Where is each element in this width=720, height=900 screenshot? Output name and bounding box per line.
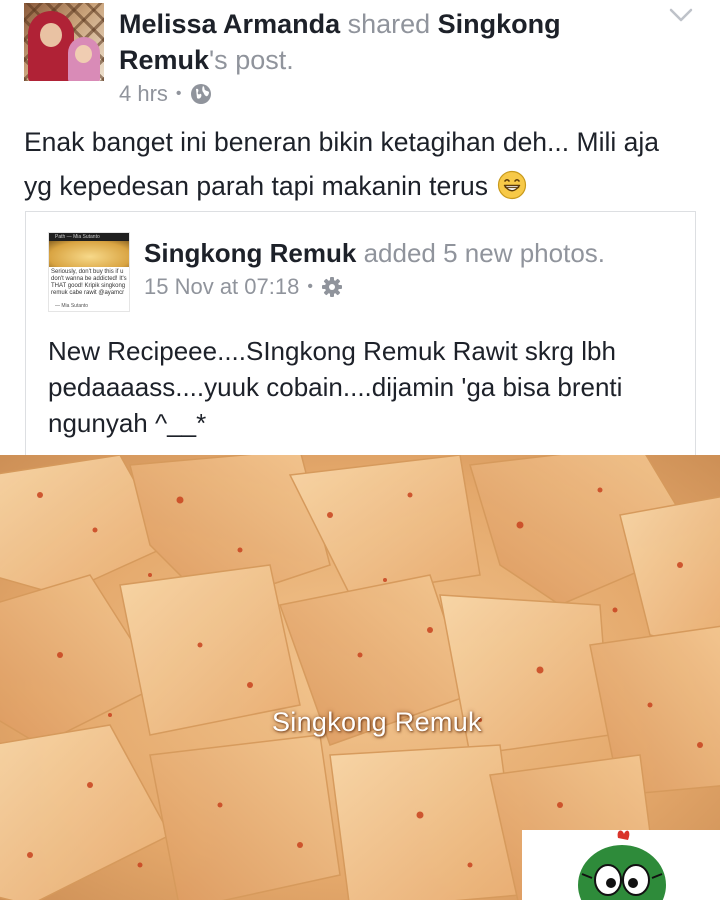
post-text-line1: Enak banget ini beneran bikin ketagihan … <box>24 127 659 157</box>
sharer-name-link[interactable]: Melissa Armanda <box>119 9 340 39</box>
next-photo-thumbnail[interactable] <box>522 830 720 900</box>
avatar[interactable] <box>24 3 104 81</box>
thumbnail-signature: — Mia Sutanto <box>55 303 89 309</box>
shared-post-meta: 15 Nov at 07:18 • <box>144 273 343 301</box>
post-text-line2: yg kepedesan parah tapi makanin terus <box>24 171 489 201</box>
avatar-person-face <box>40 23 62 47</box>
post-text: Enak banget ini beneran bikin ketagihan … <box>24 120 704 208</box>
shared-post-date[interactable]: 15 Nov at 07:18 <box>144 273 299 301</box>
post-suffix: 's post. <box>209 45 294 75</box>
gear-icon[interactable] <box>321 276 343 298</box>
bird-mascot-icon <box>578 830 666 900</box>
shared-page-name-link[interactable]: Singkong Remuk <box>144 238 356 268</box>
avatar-child-face <box>75 45 92 63</box>
shared-text-line3: ngunyah ^__* <box>48 408 207 438</box>
shared-post-thumbnail[interactable]: Path — Mia Sutanto Seriously, don't buy … <box>48 232 130 312</box>
shared-post-title: Singkong Remuk added 5 new photos. <box>144 236 605 270</box>
post-meta: 4 hrs • <box>119 80 212 108</box>
shared-post-card[interactable]: Path — Mia Sutanto Seriously, don't buy … <box>25 211 696 461</box>
shared-post-action: added 5 new photos. <box>356 238 605 268</box>
shared-text-line2: pedaaaass....yuuk cobain....dijamin 'ga … <box>48 372 623 402</box>
page-name-link-line2[interactable]: Remuk <box>119 45 209 75</box>
shared-word: shared <box>340 9 438 39</box>
photo-watermark: Singkong Remuk <box>272 707 482 737</box>
thumbnail-food-image <box>49 241 129 267</box>
thumbnail-caption: Seriously, don't buy this if u don't wan… <box>51 269 127 296</box>
post-time[interactable]: 4 hrs <box>119 80 168 108</box>
thumbnail-bar-text: Path — Mia Sutanto <box>55 234 100 240</box>
post-photo[interactable]: Singkong Remuk <box>0 455 720 900</box>
chevron-down-icon[interactable] <box>668 6 694 24</box>
post-header: Melissa Armanda shared Singkong Remuk's … <box>0 0 720 118</box>
page-name-link[interactable]: Singkong <box>438 9 561 39</box>
meta-separator: • <box>175 85 182 102</box>
post-text-line2-wrap: yg kepedesan parah tapi makanin terus <box>24 164 704 208</box>
header-title: Melissa Armanda shared Singkong <box>119 7 561 41</box>
shared-text-line1: New Recipeee....SIngkong Remuk Rawit skr… <box>48 336 616 366</box>
shared-meta-separator: • <box>307 278 313 295</box>
shared-post-text: New Recipeee....SIngkong Remuk Rawit skr… <box>48 333 688 441</box>
grinning-face-icon <box>498 170 527 200</box>
globe-icon[interactable] <box>190 83 212 105</box>
header-title-line2: Remuk's post. <box>119 43 294 77</box>
